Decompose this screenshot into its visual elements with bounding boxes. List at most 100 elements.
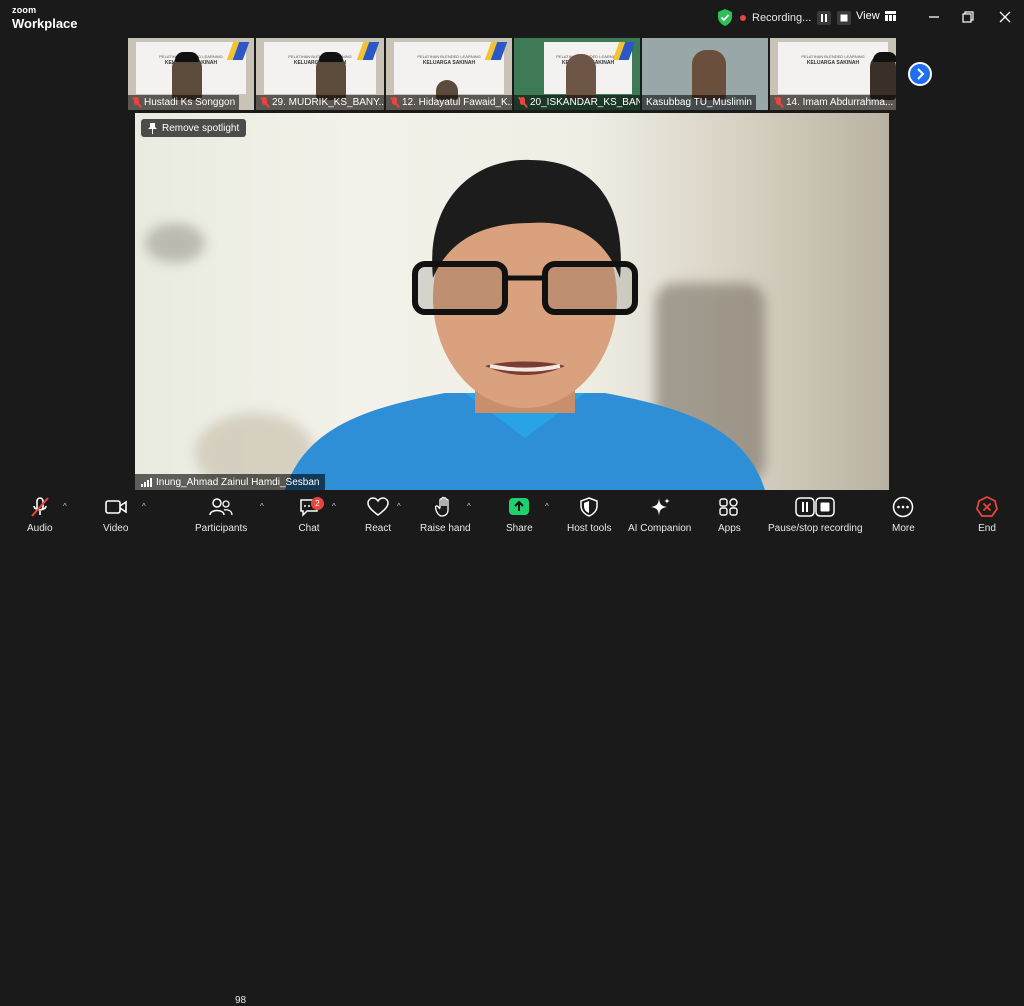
zoom-logo: zoom Workplace [12, 5, 78, 31]
share-label: Share [506, 523, 533, 534]
participant-video [870, 52, 896, 100]
participant-tile[interactable]: PELATIHAN BLENDED LEARNING KELUARGA SAKI… [256, 38, 384, 110]
participant-video [566, 54, 596, 100]
slide-title: PELATIHAN BLENDED LEARNING [801, 54, 865, 59]
participants-button[interactable]: Participants [195, 495, 247, 534]
audio-label: Audio [27, 523, 53, 534]
stop-recording-button[interactable] [837, 11, 852, 25]
participants-count: 98 [235, 995, 247, 1006]
audio-button[interactable]: Audio [27, 495, 53, 534]
more-button[interactable]: More [892, 495, 915, 534]
pause-recording-button[interactable] [817, 11, 832, 25]
end-meeting-button[interactable]: End [976, 495, 998, 534]
more-dots-icon [893, 496, 914, 518]
participant-tile[interactable]: PELATIHAN BLENDED LEARNING KELUARGA SAKI… [770, 38, 896, 110]
host-tools-button[interactable]: Host tools [567, 495, 611, 534]
pause-stop-label: Pause/stop recording [768, 523, 863, 534]
sparkle-icon [650, 498, 670, 516]
react-button[interactable]: React [365, 495, 391, 534]
next-page-button[interactable] [908, 62, 932, 86]
speaker-name: Inung_Ahmad Zainul Hamdi_Sesban [156, 476, 320, 488]
share-button[interactable]: Share [506, 495, 533, 534]
meeting-toolbar: Audio ^ Video ^ Participants 98 ^ Chat ^… [0, 492, 1024, 1006]
participant-name-tag: 12. Hidayatul Fawaid_K... [386, 95, 512, 110]
remove-spotlight-button[interactable]: Remove spotlight [141, 119, 247, 137]
chevron-right-icon [917, 68, 925, 80]
restore-icon[interactable] [960, 9, 976, 25]
ai-companion-label: AI Companion [628, 523, 692, 534]
shield-check-icon[interactable] [717, 9, 733, 26]
recording-dot-icon [740, 15, 746, 21]
participants-options-caret[interactable]: ^ [260, 502, 264, 511]
participant-tile[interactable]: Kasubbag TU_Muslimin [642, 38, 768, 110]
mic-muted-icon [774, 97, 783, 108]
participant-tile[interactable]: PELATIHAN BLENDED LEARNING KELUARGA SAKI… [128, 38, 254, 110]
apps-button[interactable]: Apps [718, 495, 741, 534]
participant-video [172, 52, 202, 100]
participants-label: Participants [195, 523, 248, 534]
video-label: Video [103, 523, 129, 534]
raise-hand-icon [435, 496, 449, 517]
pause-icon [821, 14, 828, 22]
raise-hand-button[interactable]: Raise hand [420, 495, 471, 534]
participant-name: 29. MUDRIK_KS_BANY... [272, 97, 384, 108]
share-options-caret[interactable]: ^ [545, 502, 549, 511]
minimize-icon[interactable] [926, 9, 942, 25]
view-label: View [856, 10, 880, 22]
mic-muted-icon [390, 97, 399, 108]
view-button[interactable]: View [856, 10, 896, 22]
apps-grid-icon [719, 498, 739, 516]
audio-options-caret[interactable]: ^ [63, 502, 67, 511]
logo-brand: zoom [12, 5, 37, 15]
grid-view-icon [884, 11, 896, 21]
video-button[interactable]: Video [103, 495, 128, 534]
pin-icon [148, 122, 157, 134]
participant-tile[interactable]: PELATIHAN BLENDED LEARNING KELUARGA SAKI… [386, 38, 512, 110]
react-options-caret[interactable]: ^ [397, 502, 401, 511]
more-label: More [892, 523, 915, 534]
logo-product: Workplace [12, 16, 78, 31]
chat-label: Chat [298, 523, 320, 534]
apps-label: Apps [718, 523, 741, 534]
video-options-caret[interactable]: ^ [142, 502, 146, 511]
participant-tile[interactable]: PELATIHAN BLENDED LEARNING KELUARGA SAKI… [514, 38, 640, 110]
video-camera-icon [104, 500, 127, 514]
microphone-muted-icon [31, 497, 49, 517]
end-call-icon [976, 496, 998, 517]
chat-unread-badge: 2 [311, 497, 324, 510]
host-tools-label: Host tools [567, 523, 612, 534]
recording-indicator[interactable]: Recording... [740, 9, 852, 27]
chat-options-caret[interactable]: ^ [332, 502, 336, 511]
pause-stop-recording-button[interactable]: Pause/stop recording [768, 495, 863, 534]
slide-subtitle: KELUARGA SAKINAH [422, 60, 476, 66]
security-shield-icon [580, 497, 598, 517]
participant-name-tag: 29. MUDRIK_KS_BANY... [256, 95, 384, 110]
participant-video [692, 50, 726, 100]
participant-name-tag: Kasubbag TU_Muslimin [642, 95, 756, 110]
recording-label: Recording... [752, 12, 812, 24]
participant-video [316, 52, 346, 100]
participant-name: 14. Imam Abdurrahma... [786, 97, 894, 108]
ai-companion-button[interactable]: AI Companion [628, 495, 691, 534]
participant-name-tag: 20_ISKANDAR_KS_BAN... [514, 95, 640, 110]
participants-icon [209, 498, 233, 516]
mic-muted-icon [132, 97, 141, 108]
participant-name: Kasubbag TU_Muslimin [646, 97, 752, 108]
end-label: End [978, 523, 996, 534]
heart-icon [367, 497, 389, 516]
close-icon[interactable] [997, 9, 1013, 25]
stop-icon [840, 14, 848, 22]
react-label: React [365, 523, 392, 534]
background-blur [145, 223, 205, 263]
pause-stop-icon [795, 497, 835, 517]
participant-name: 20_ISKANDAR_KS_BAN... [530, 97, 640, 108]
participant-name: Hustadi Ks Songgon [144, 97, 236, 108]
speaker-name-tag: Inung_Ahmad Zainul Hamdi_Sesban [135, 474, 326, 490]
raise-hand-options-caret[interactable]: ^ [467, 502, 471, 511]
speaker-video [285, 159, 765, 490]
title-bar: zoom Workplace Recording... View [0, 0, 1024, 36]
signal-strength-icon [141, 477, 152, 487]
share-screen-icon [509, 498, 530, 515]
spotlight-video: Remove spotlight Inung_Ahmad Zainul Hamd… [135, 113, 889, 490]
participant-name-tag: 14. Imam Abdurrahma... [770, 95, 896, 110]
